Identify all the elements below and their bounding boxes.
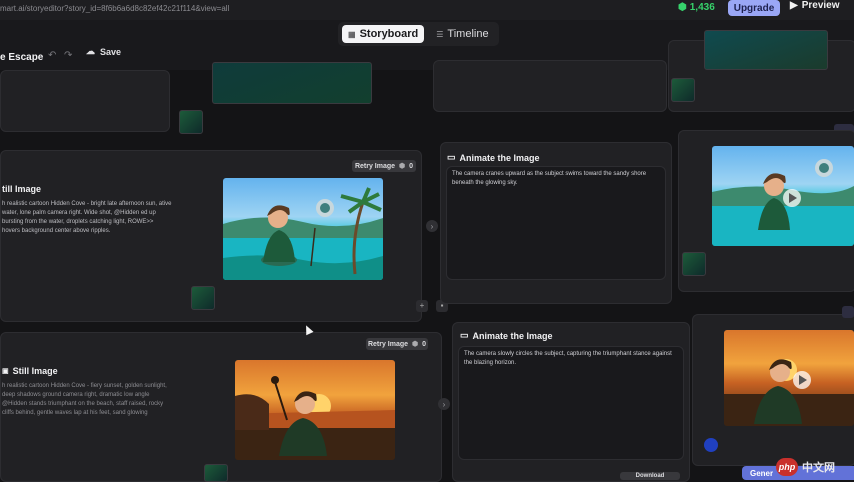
scene-2-animate-title: ▭ Animate the Image (460, 330, 553, 341)
scene-2-video-thumb[interactable] (704, 438, 718, 452)
scene-2-character-thumb[interactable] (204, 464, 228, 482)
retry-label: Retry Image (367, 340, 409, 348)
grid-icon: ▦ (348, 29, 356, 39)
scene-1-image[interactable] (223, 178, 383, 280)
watermark-text: 中文网 (802, 462, 835, 474)
credit-icon: ⬢ (678, 2, 687, 13)
beach-video-frame (712, 159, 854, 246)
tab-label: Storyboard (359, 28, 419, 40)
scene-2-animation-text: The camera slowly circles the subject, c… (464, 351, 672, 366)
scene-1-video[interactable] (712, 146, 854, 246)
redo-icon[interactable]: ↷ (64, 50, 72, 61)
scene-2-side-button[interactable] (842, 306, 854, 318)
scene-1-animate-title: ▭ Animate the Image (447, 152, 540, 163)
watermark: php 中文网 (776, 458, 835, 476)
video-camera-icon: ▭ (460, 330, 469, 340)
coin-icon: ⬢ (412, 341, 419, 348)
scene-0-image[interactable] (212, 62, 372, 104)
play-icon: ▶ (790, 0, 798, 11)
still-title-text: Still Image (12, 366, 58, 376)
credits-badge: ⬢ 1,436 (678, 2, 715, 13)
undo-icon[interactable]: ↶ (48, 50, 56, 61)
scene-2-image[interactable] (235, 360, 395, 460)
tab-storyboard[interactable]: ▦ Storyboard (342, 25, 425, 43)
scene-1-still-title: till Image (2, 184, 42, 194)
tab-timeline[interactable]: ☰ Timeline (430, 25, 494, 43)
add-scene-icon[interactable]: + (416, 300, 428, 312)
view-tabs: ▦ Storyboard ☰ Timeline (338, 22, 499, 46)
upgrade-button[interactable]: Upgrade (728, 0, 780, 16)
video-camera-icon: ▭ (447, 152, 456, 162)
scene-0-animate-panel (433, 60, 667, 112)
save-button[interactable]: ☁ Save (86, 46, 121, 57)
scene-1-retry-button[interactable]: Retry Image ⬢ 0 (352, 160, 416, 172)
cloud-icon: ☁ (86, 46, 95, 56)
project-title[interactable]: e Escape (0, 52, 43, 63)
scene-0-character-thumb[interactable] (179, 110, 203, 134)
watermark-logo: php (776, 458, 798, 476)
coin-icon: ⬢ (399, 163, 406, 170)
save-label: Save (100, 46, 122, 57)
scene-1-prompt[interactable]: h realistic cartoon Hidden Cove - bright… (2, 200, 172, 236)
animate-title-text: Animate the Image (459, 152, 540, 163)
chevron-right-icon[interactable]: › (426, 220, 438, 232)
scene-1-video-thumb[interactable] (682, 252, 706, 276)
scene-2-video[interactable] (724, 330, 854, 426)
address-bar[interactable]: mart.ai/storyeditor?story_id=8f6b6a6d8c8… (0, 4, 229, 13)
scene-2-retry-button[interactable]: Retry Image ⬢ 0 (366, 338, 428, 350)
scene-1-character-thumb[interactable] (191, 286, 215, 310)
preview-label: Preview (801, 0, 840, 11)
chevron-right-icon[interactable]: › (438, 398, 450, 410)
scene-0-video-thumb[interactable] (671, 78, 695, 102)
retry-cost: 0 (409, 162, 414, 170)
beach-illustration (223, 187, 383, 280)
animate-title-text: Animate the Image (472, 330, 553, 341)
scene-0-still-panel (0, 70, 170, 132)
scene-0-video[interactable] (704, 30, 828, 70)
tab-label: Timeline (447, 28, 489, 40)
scene-2-prompt[interactable]: h realistic cartoon Hidden Cove - fiery … (2, 382, 172, 418)
image-icon: ▣ (2, 368, 9, 375)
scene-1-animation-text: The camera cranes upward as the subject … (452, 171, 647, 186)
sunset-video-frame (724, 359, 854, 426)
timeline-icon: ☰ (436, 29, 444, 39)
preview-button[interactable]: ▶ Preview (790, 0, 840, 11)
scene-2-still-title: ▣ Still Image (2, 366, 58, 376)
credits-count: 1,436 (689, 2, 715, 13)
scene-2-download-button[interactable]: Download (620, 472, 680, 480)
sunset-illustration (235, 376, 395, 460)
retry-label: Retry Image (354, 162, 396, 170)
retry-cost: 0 (422, 340, 427, 348)
